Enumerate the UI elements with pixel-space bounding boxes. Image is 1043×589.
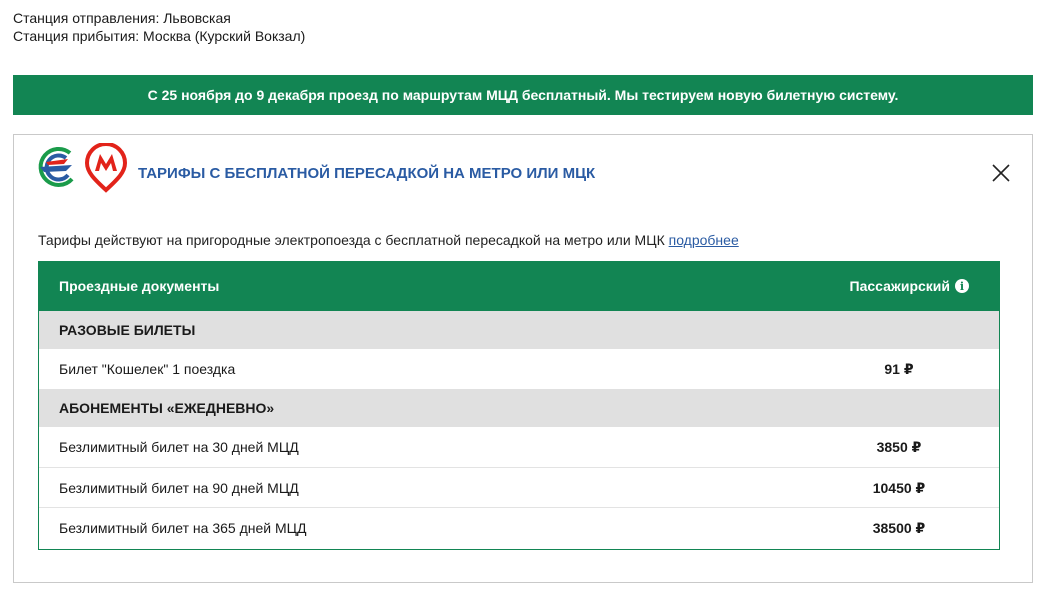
banner-text: С 25 ноября до 9 декабря проезд по маршр… xyxy=(147,87,899,103)
ticket-name: Безлимитный билет на 90 дней МЦД xyxy=(59,480,299,496)
ticket-name: Билет "Кошелек" 1 поездка xyxy=(59,361,236,377)
card-title: ТАРИФЫ С БЕСПЛАТНОЙ ПЕРЕСАДКОЙ НА МЕТРО … xyxy=(138,165,596,182)
tariffs-description: Тарифы действуют на пригородные электроп… xyxy=(38,232,739,248)
info-icon[interactable]: i xyxy=(955,279,969,293)
description-text: Тарифы действуют на пригородные электроп… xyxy=(38,232,665,248)
header-passenger-label: Пассажирский xyxy=(849,278,950,294)
table-header: Проездные документы Пассажирский i xyxy=(39,262,999,311)
section-row: РАЗОВЫЕ БИЛЕТЫ xyxy=(39,311,999,349)
ticket-price: 91 ₽ xyxy=(884,361,914,377)
tariff-table: Проездные документы Пассажирский i РАЗОВ… xyxy=(38,261,1000,550)
table-row: Безлимитный билет на 365 дней МЦД 38500 … xyxy=(39,507,999,547)
free-travel-banner: С 25 ноября до 9 декабря проезд по маршр… xyxy=(13,75,1033,115)
header-passenger: Пассажирский i xyxy=(850,278,969,294)
more-link[interactable]: подробнее xyxy=(669,232,739,248)
ticket-price: 10450 ₽ xyxy=(872,480,926,496)
section-row: АБОНЕМЕНТЫ «ЕЖЕДНЕВНО» xyxy=(39,389,999,427)
ticket-name: Безлимитный билет на 30 дней МЦД xyxy=(59,439,299,455)
tariffs-card: ТАРИФЫ С БЕСПЛАТНОЙ ПЕРЕСАДКОЙ НА МЕТРО … xyxy=(13,134,1033,583)
table-row: Безлимитный билет на 30 дней МЦД 3850 ₽ xyxy=(39,427,999,467)
table-row: Билет "Кошелек" 1 поездка 91 ₽ xyxy=(39,349,999,389)
section-title: РАЗОВЫЕ БИЛЕТЫ xyxy=(59,322,196,338)
close-icon[interactable] xyxy=(990,162,1012,184)
departure-station: Станция отправления: Львовская xyxy=(13,10,231,26)
metro-logo-icon xyxy=(84,143,128,193)
ticket-name: Безлимитный билет на 365 дней МЦД xyxy=(59,520,307,536)
arrival-station: Станция прибытия: Москва (Курский Вокзал… xyxy=(13,28,306,44)
section-title: АБОНЕМЕНТЫ «ЕЖЕДНЕВНО» xyxy=(59,400,275,416)
table-row: Безлимитный билет на 90 дней МЦД 10450 ₽ xyxy=(39,467,999,507)
ticket-price: 3850 ₽ xyxy=(876,439,922,455)
station-info: Станция отправления: Львовская Станция п… xyxy=(13,9,305,45)
ticket-price: 38500 ₽ xyxy=(872,520,926,536)
header-documents: Проездные документы xyxy=(59,278,220,294)
mcd-logo-icon xyxy=(38,147,74,187)
